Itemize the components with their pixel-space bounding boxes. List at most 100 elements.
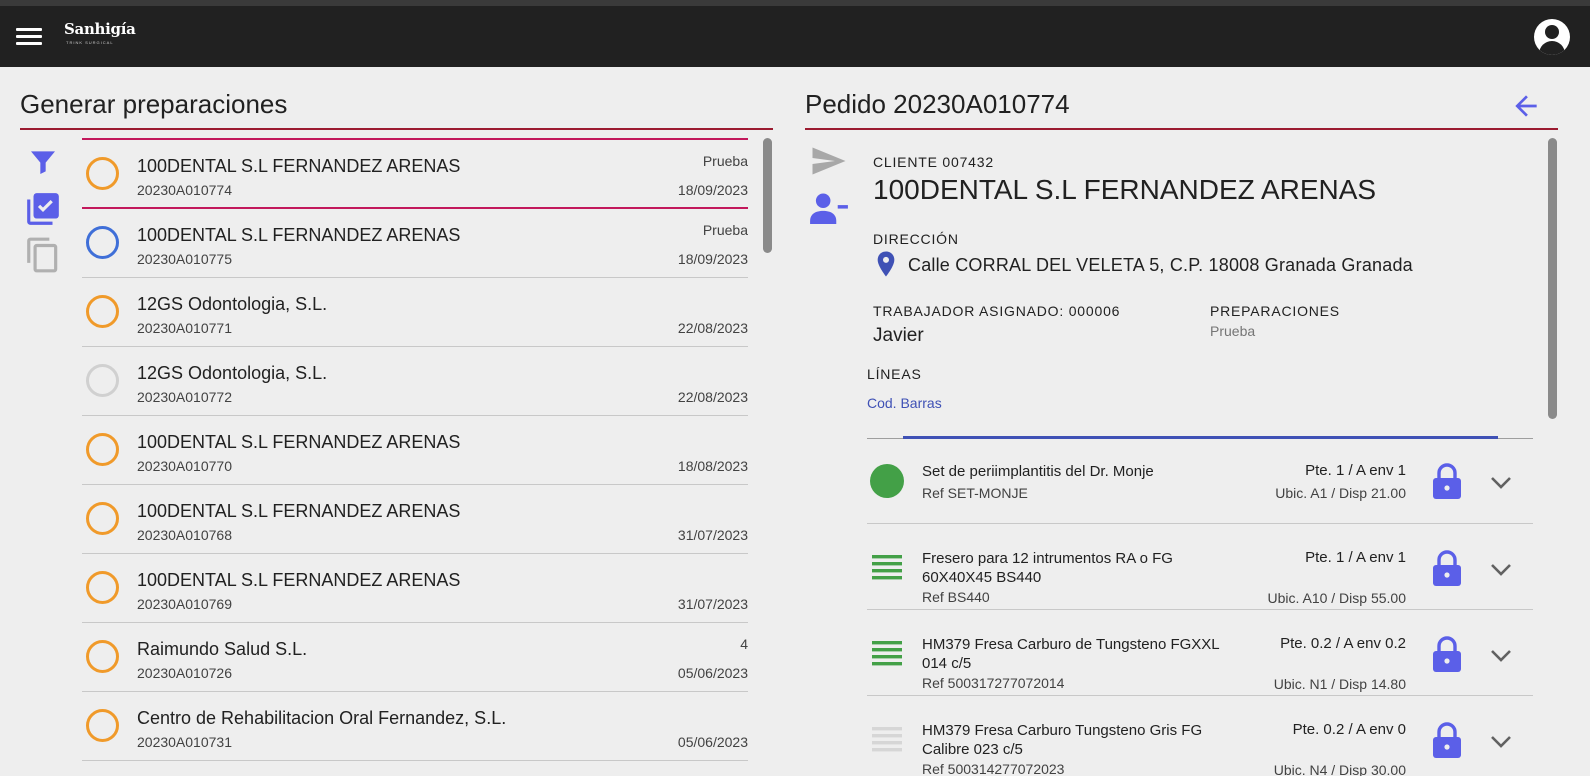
check-multiple-icon[interactable] (24, 190, 62, 228)
line-reference: Ref BS440 (922, 589, 990, 605)
tab-indicator (903, 436, 1498, 439)
lock-icon[interactable] (1432, 636, 1462, 672)
line-pending: Pte. 1 / A env 1 (1305, 549, 1406, 566)
line-location: Ubic. A10 / Disp 55.00 (1267, 590, 1406, 606)
order-date: 05/06/2023 (677, 734, 748, 750)
line-location: Ubic. N1 / Disp 14.80 (1273, 676, 1406, 692)
order-list-scrollbar[interactable] (763, 138, 772, 253)
order-list-item[interactable]: 100DENTAL S.L FERNANDEZ ARENAS 20230A0107… (82, 138, 748, 209)
detail-scrollbar[interactable] (1548, 138, 1557, 419)
tab-barcode[interactable]: Cod. Barras (867, 395, 942, 411)
order-title: Pedido 20230A010774 (805, 89, 1070, 119)
order-lines-list: Set de periimplantitis del Dr. Monje Ref … (867, 440, 1533, 776)
chevron-down-icon[interactable] (1490, 476, 1512, 490)
order-list-item[interactable]: Raimundo Salud S.L. 20230A010726 4 05/06/20… (82, 623, 748, 692)
preparations-label: PREPARACIONES (1210, 303, 1340, 319)
line-pending: Pte. 1 / A env 1 (1305, 462, 1406, 479)
status-circle-icon (86, 157, 119, 190)
chevron-down-icon[interactable] (1490, 563, 1512, 577)
order-date: 31/07/2023 (677, 596, 748, 612)
order-tag: Prueba (702, 222, 748, 238)
order-client-name: 100DENTAL S.L FERNANDEZ ARENAS (137, 156, 461, 176)
account-icon[interactable] (1534, 19, 1570, 55)
client-label: CLIENTE 007432 (873, 154, 994, 170)
client-name: 100DENTAL S.L FERNANDEZ ARENAS (873, 174, 1377, 205)
copy-icon[interactable] (24, 236, 62, 274)
order-list-item[interactable]: 100DENTAL S.L FERNANDEZ ARENAS 20230A0107… (82, 209, 748, 278)
status-circle-icon (86, 502, 119, 535)
divider (805, 128, 1558, 130)
chevron-down-icon[interactable] (1490, 649, 1512, 663)
order-code: 20230A010770 (137, 458, 232, 474)
address-text: Calle CORRAL DEL VELETA 5, C.P. 18008 Gr… (908, 255, 1413, 275)
back-arrow-icon[interactable] (1510, 90, 1542, 122)
order-line-item[interactable]: HM379 Fresa Carburo de Tungsteno FGXXL 0… (867, 610, 1533, 696)
order-date: 31/07/2023 (677, 527, 748, 543)
line-pending: Pte. 0.2 / A env 0 (1292, 721, 1406, 738)
remove-user-icon[interactable] (810, 192, 848, 224)
order-client-name: Raimundo Salud S.L. (137, 639, 308, 659)
line-location: Ubic. N4 / Disp 30.00 (1273, 762, 1406, 776)
order-code: 20230A010768 (137, 527, 232, 543)
logo-text: Sanhigía (64, 20, 136, 38)
logo: Sanhigía TRINK SURGICAL (64, 20, 136, 45)
order-date: 18/09/2023 (677, 251, 748, 267)
order-list: 100DENTAL S.L FERNANDEZ ARENAS 20230A0107… (82, 138, 748, 776)
status-circle-icon (86, 571, 119, 604)
order-line-item[interactable]: Fresero para 12 intrumentos RA o FG 60X4… (867, 524, 1533, 610)
order-line-item[interactable]: HM379 Fresa Carburo Tungsteno Gris FG Ca… (867, 696, 1533, 776)
order-list-item[interactable]: 100DENTAL S.L FERNANDEZ ARENAS 20230A0107… (82, 485, 748, 554)
divider (20, 128, 773, 130)
send-icon[interactable] (810, 146, 848, 176)
order-line-item[interactable]: Set de periimplantitis del Dr. Monje Ref … (867, 440, 1533, 524)
order-client-name: 12GS Odontologia, S.L. (137, 363, 328, 383)
chevron-down-icon[interactable] (1490, 735, 1512, 749)
order-tag: Prueba (702, 153, 748, 169)
order-code: 20230A010775 (137, 251, 232, 267)
line-description: HM379 Fresa Carburo Tungsteno Gris FG Ca… (922, 722, 1203, 758)
order-client-name: Centro de Rehabilitacion Oral Fernandez,… (137, 708, 507, 728)
order-date: 05/06/2023 (677, 665, 748, 681)
order-code: 20230A010731 (137, 734, 232, 750)
order-code: 20230A010772 (137, 389, 232, 405)
order-list-item[interactable]: 100DENTAL S.L FERNANDEZ ARENAS 20230A0107… (82, 416, 748, 485)
logo-subtext: TRINK SURGICAL (66, 40, 114, 45)
line-reference: Ref SET-MONJE (922, 485, 1028, 501)
status-circle-icon (86, 364, 119, 397)
order-list-item[interactable]: 100DENTAL S.L FERNANDEZ ARENAS 20230A0107… (82, 554, 748, 623)
order-list-item[interactable]: 12GS Odontologia, S.L. 20230A010772 22/08/… (82, 347, 748, 416)
line-reference: Ref 500314277072023 (922, 761, 1065, 776)
line-description: Fresero para 12 intrumentos RA o FG 60X4… (922, 550, 1173, 586)
lock-icon[interactable] (1432, 463, 1462, 499)
line-description: HM379 Fresa Carburo de Tungsteno FGXXL 0… (922, 636, 1220, 672)
order-code: 20230A010774 (137, 182, 232, 198)
order-list-item[interactable]: 12GS Odontologia, S.L. 20230A010771 22/08/… (82, 278, 748, 347)
location-pin-icon (876, 251, 896, 277)
status-circle-icon (86, 433, 119, 466)
line-location: Ubic. A1 / Disp 21.00 (1275, 485, 1406, 501)
order-code: 20230A010771 (137, 320, 232, 336)
lines-label: LÍNEAS (867, 366, 922, 382)
order-list-item[interactable]: Centro de Rehabilitacion Oral Fernandez,… (82, 692, 748, 761)
lines-icon (870, 637, 904, 671)
preparations-value: Prueba (1210, 323, 1256, 339)
line-pending: Pte. 0.2 / A env 0.2 (1280, 635, 1406, 652)
order-date: 18/08/2023 (677, 458, 748, 474)
menu-icon[interactable] (16, 28, 42, 48)
order-date: 18/09/2023 (677, 182, 748, 198)
address-label: DIRECCIÓN (873, 231, 959, 247)
lock-icon[interactable] (1432, 722, 1462, 758)
line-description: Set de periimplantitis del Dr. Monje (922, 463, 1154, 480)
status-circle-icon (86, 709, 119, 742)
filled-circle-icon (870, 464, 904, 498)
filter-icon[interactable] (24, 146, 62, 184)
status-circle-icon (86, 226, 119, 259)
line-reference: Ref 500317277072014 (922, 675, 1065, 691)
status-circle-icon (86, 295, 119, 328)
order-tag: 4 (740, 636, 748, 652)
worker-name: Javier (873, 325, 924, 346)
order-client-name: 100DENTAL S.L FERNANDEZ ARENAS (137, 501, 461, 521)
lines-icon (870, 551, 904, 585)
worker-label: TRABAJADOR ASIGNADO: 000006 (873, 303, 1121, 319)
lock-icon[interactable] (1432, 550, 1462, 586)
